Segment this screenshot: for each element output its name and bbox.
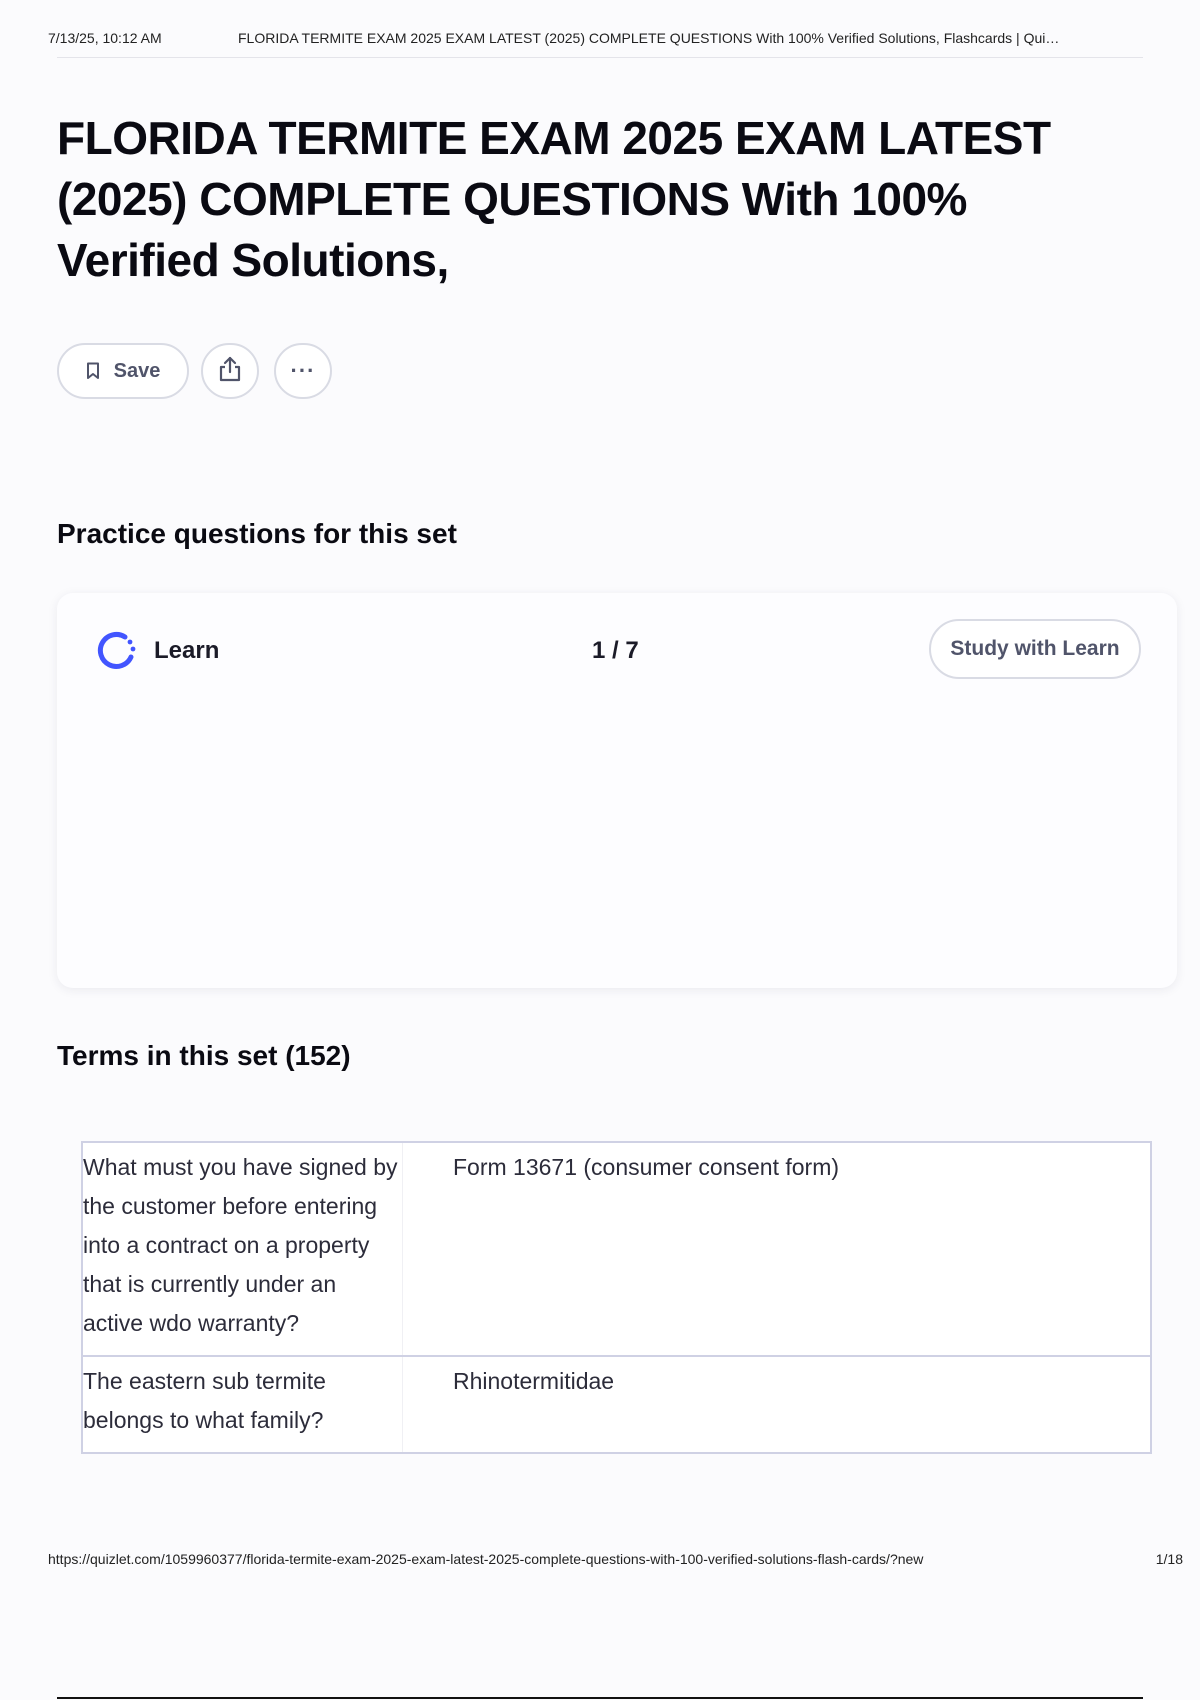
definition-text: Rhinotermitidae [453,1368,615,1394]
term-text: What must you have signed by the custome… [83,1143,403,1355]
footer-divider [57,1697,1143,1699]
definition-text: Form 13671 (consumer consent form) [453,1154,840,1180]
bookmark-icon [86,362,100,380]
learn-mode-icon [95,629,139,673]
save-button[interactable]: Save [57,343,189,399]
learn-mode-label: Learn [154,637,220,664]
page-url: https://quizlet.com/1059960377/florida-t… [48,1551,924,1567]
question-progress: 1 / 7 [592,637,639,664]
share-icon [217,355,243,388]
save-label: Save [113,359,161,382]
practice-section-heading: Practice questions for this set [57,518,457,549]
terms-section-heading: Terms in this set (152) [57,1040,351,1071]
more-horizontal-icon: ··· [290,358,316,383]
page-number: 1/18 [1155,1551,1183,1567]
print-date: 7/13/25, 10:12 AM [48,30,162,46]
table-row: The eastern sub termite belongs to what … [83,1357,1150,1452]
share-button[interactable] [201,343,259,399]
header-divider [57,57,1143,58]
page-title: FLORIDA TERMITE EXAM 2025 EXAM LATEST (2… [57,112,1051,286]
term-text: The eastern sub termite belongs to what … [83,1357,403,1452]
more-options-button[interactable]: ··· [274,343,332,399]
print-document-title: FLORIDA TERMITE EXAM 2025 EXAM LATEST (2… [238,30,1060,46]
study-with-learn-button[interactable]: Study with Learn [929,619,1141,679]
learn-practice-card: Learn 1 / 7 Study with Learn [57,593,1177,988]
table-row: What must you have signed by the custome… [83,1143,1150,1357]
terms-table: What must you have signed by the custome… [81,1141,1152,1454]
